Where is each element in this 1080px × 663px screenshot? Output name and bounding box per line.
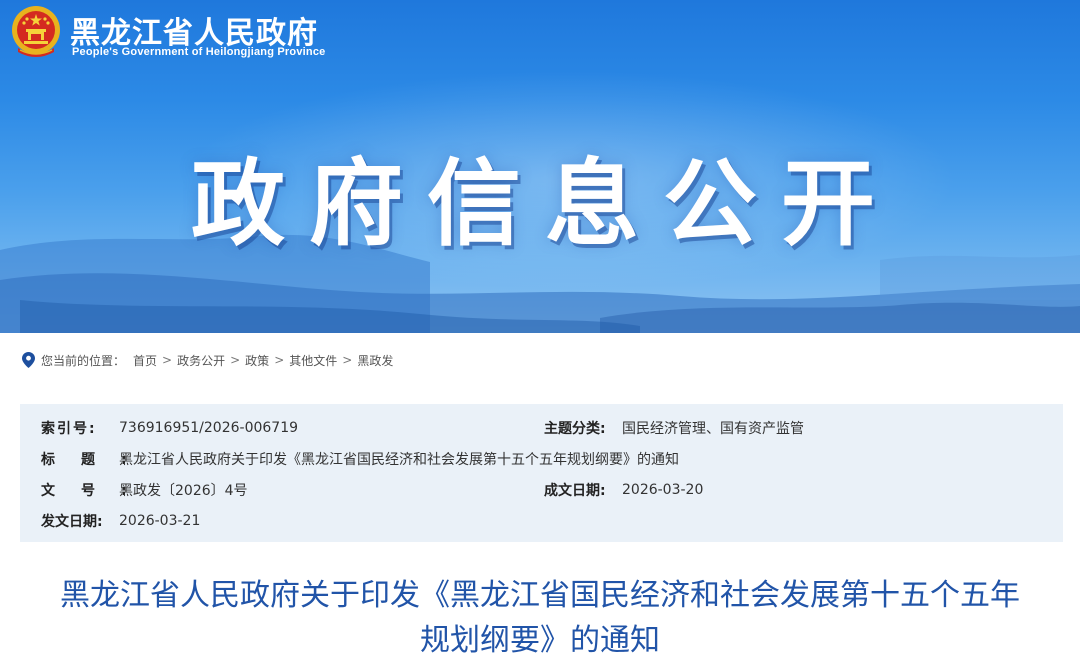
breadcrumb-separator: >: [162, 353, 173, 367]
document-title-line-1: 黑龙江省人民政府关于印发《黑龙江省国民经济和社会发展第十五个五年: [60, 578, 1020, 613]
info-row-topic: 主题分类: 国民经济管理、国有资产监管: [544, 418, 804, 438]
index-number-label: 索引号:: [41, 421, 97, 437]
info-row-created: 成文日期: 2026-03-20: [544, 480, 703, 500]
breadcrumb: 您当前的位置： 首页 > 政务公开 > 政策 > 其他文件 > 黑政发: [22, 350, 393, 370]
issued-date-value: 2026-03-21: [119, 513, 201, 529]
created-date-label: 成文日期:: [544, 483, 606, 499]
document-number-label: 文号:: [41, 483, 153, 499]
breadcrumb-item-policy[interactable]: 政策: [245, 352, 269, 369]
breadcrumb-item-heizhengfa[interactable]: 黑政发: [357, 352, 393, 369]
info-row-index: 索引号: 736916951/2026-006719: [41, 418, 298, 438]
breadcrumb-item-gov-affairs[interactable]: 政务公开: [177, 352, 225, 369]
index-number-value: 736916951/2026-006719: [119, 420, 299, 436]
info-row-issued: 发文日期: 2026-03-21: [41, 511, 200, 531]
document-title: 黑龙江省人民政府关于印发《黑龙江省国民经济和社会发展第十五个五年 规划纲要》的通…: [0, 573, 1080, 663]
info-row-title: 标题: 黑龙江省人民政府关于印发《黑龙江省国民经济和社会发展第十五个五年规划纲要…: [41, 449, 679, 469]
created-date-value: 2026-03-20: [622, 482, 704, 498]
document-info-box: 索引号: 736916951/2026-006719 主题分类: 国民经济管理、…: [20, 404, 1063, 542]
info-row-docno: 文号: 黑政发〔2026〕4号: [41, 480, 248, 500]
topic-category-value: 国民经济管理、国有资产监管: [622, 421, 804, 437]
document-number-value: 黑政发〔2026〕4号: [119, 483, 248, 499]
breadcrumb-separator: >: [230, 353, 241, 367]
site-name-en[interactable]: People's Government of Heilongjiang Prov…: [72, 46, 325, 58]
national-emblem-icon[interactable]: [10, 4, 62, 60]
title-value: 黑龙江省人民政府关于印发《黑龙江省国民经济和社会发展第十五个五年规划纲要》的通知: [119, 452, 679, 468]
breadcrumb-separator: >: [274, 353, 285, 367]
location-pin-icon: [22, 352, 35, 368]
header-banner: 黑龙江省人民政府 People's Government of Heilongj…: [0, 0, 1080, 333]
document-title-line-2: 规划纲要》的通知: [420, 623, 660, 658]
topic-category-label: 主题分类:: [544, 421, 606, 437]
banner-title: 政府信息公开: [190, 150, 899, 259]
breadcrumb-separator: >: [342, 353, 353, 367]
title-label: 标题:: [41, 452, 153, 468]
breadcrumb-item-other-files[interactable]: 其他文件: [289, 352, 337, 369]
breadcrumb-prefix: 您当前的位置：: [41, 353, 126, 368]
issued-date-label: 发文日期:: [41, 514, 103, 530]
breadcrumb-item-home[interactable]: 首页: [133, 352, 157, 369]
